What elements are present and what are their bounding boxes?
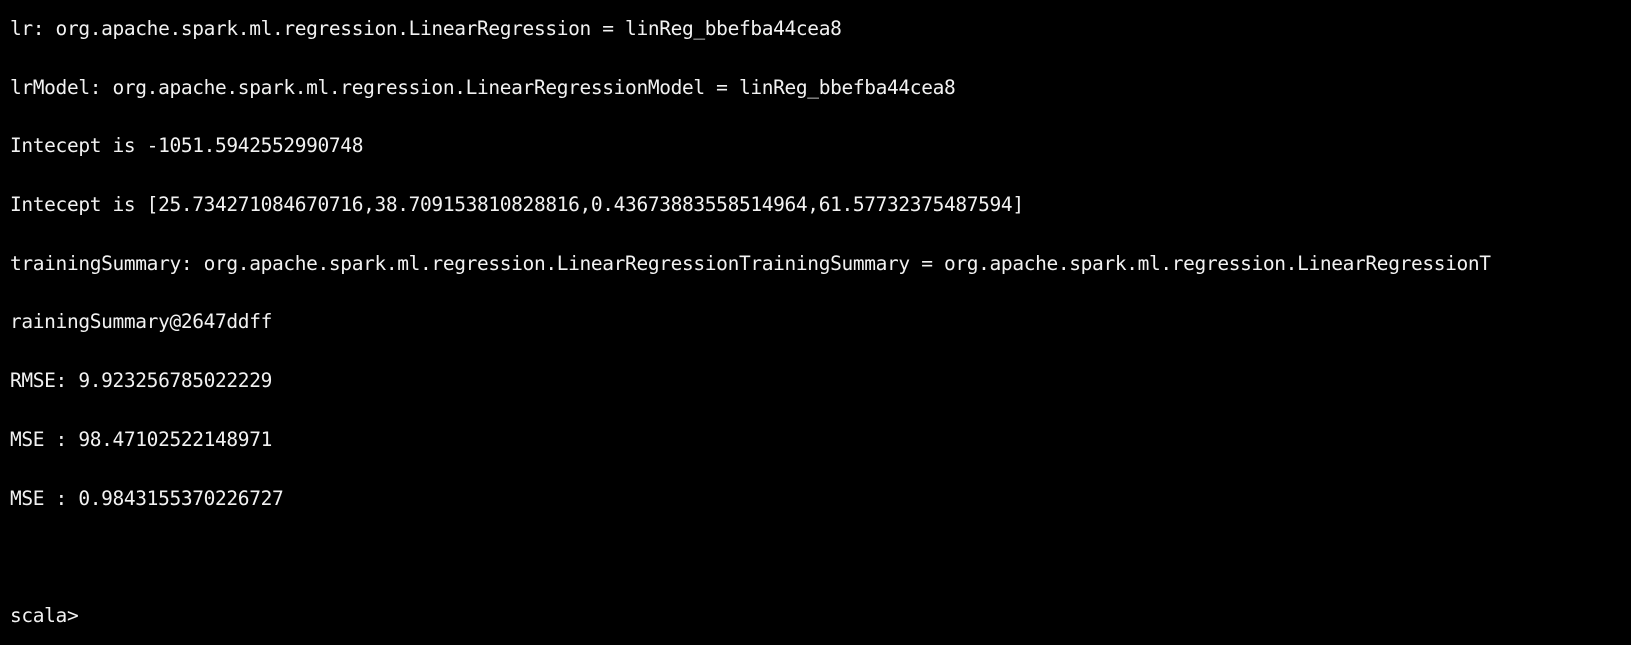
output-line-training-summary: trainingSummary: org.apache.spark.ml.reg…	[10, 251, 1491, 275]
output-line-intercept: Intecept is -1051.5942552990748	[10, 134, 364, 158]
output-line-rmse: RMSE: 9.923256785022229	[10, 369, 272, 393]
terminal-window[interactable]: lr: org.apache.spark.ml.regression.Linea…	[0, 0, 1631, 645]
scala-prompt[interactable]: scala>	[10, 603, 79, 629]
output-line-r2: MSE : 0.9843155370226727	[10, 486, 284, 510]
output-line-mse: MSE : 98.47102522148971	[10, 427, 272, 451]
output-line-lr: lr: org.apache.spark.ml.regression.Linea…	[10, 17, 842, 40]
output-line-training-summary-wrap: rainingSummary@2647ddff	[10, 310, 272, 334]
output-line-coefficients: Intecept is [25.734271084670716,38.70915…	[10, 193, 1024, 217]
output-line-lrmodel: lrModel: org.apache.spark.ml.regression.…	[10, 75, 956, 99]
